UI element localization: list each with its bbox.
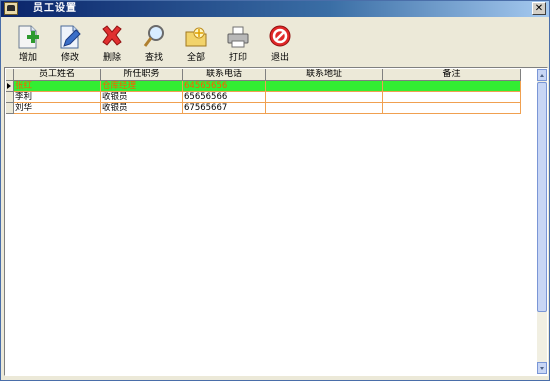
edit-document-icon [60,25,81,49]
cell-name[interactable]: 李利 [14,92,101,103]
employee-settings-window: 员工设置 ✕ 增加 修改 删除 查找 全部 打印 退出 员工姓名 所任职务 联系… [0,0,550,381]
cell-name[interactable]: 张红 [14,81,101,92]
scroll-up-button[interactable] [537,69,547,81]
column-header-address[interactable]: 联系地址 [266,69,383,81]
search-button[interactable]: 查找 [134,20,174,66]
window-title: 员工设置 [33,3,77,14]
employee-grid[interactable]: 员工姓名 所任职务 联系电话 联系地址 备注 张红 仓库经理 64565656 … [4,67,548,376]
title-bar[interactable]: 员工设置 ✕ [1,1,549,17]
column-header-note[interactable]: 备注 [383,69,521,81]
magnifier-icon [143,25,164,47]
cell-role[interactable]: 收银员 [101,92,183,103]
folder-all-icon [185,27,207,47]
delete-button[interactable]: 删除 [92,20,132,66]
cell-address[interactable] [266,92,383,103]
cell-address[interactable] [266,81,383,92]
search-label: 查找 [144,53,163,63]
printer-icon [227,26,249,48]
exit-stop-icon [269,25,291,47]
show-all-label: 全部 [186,53,205,63]
add-button[interactable]: 增加 [8,20,48,66]
add-document-icon [18,25,39,49]
add-label: 增加 [18,53,37,63]
exit-button[interactable]: 退出 [260,20,300,66]
cell-name[interactable]: 刘华 [14,103,101,114]
show-all-button[interactable]: 全部 [176,20,216,66]
scroll-down-button[interactable] [537,362,547,374]
toolbar: 增加 修改 删除 查找 全部 打印 退出 [4,20,546,66]
table-row[interactable]: 张红 仓库经理 64565656 [6,81,521,92]
cell-role[interactable]: 收银员 [101,103,183,114]
row-selector[interactable] [6,92,14,103]
table-row[interactable]: 李利 收银员 65656566 [6,92,521,103]
column-header-role[interactable]: 所任职务 [101,69,183,81]
exit-label: 退出 [270,53,289,63]
column-header-phone[interactable]: 联系电话 [183,69,266,81]
column-header-name[interactable]: 员工姓名 [14,69,101,81]
edit-button[interactable]: 修改 [50,20,90,66]
cell-role[interactable]: 仓库经理 [101,81,183,92]
current-row-arrow-icon [7,83,11,89]
delete-label: 删除 [102,53,121,63]
cell-phone[interactable]: 65656566 [183,92,266,103]
cell-note[interactable] [383,92,521,103]
row-selector[interactable] [6,103,14,114]
grid-corner [6,69,14,81]
print-label: 打印 [228,53,247,63]
scroll-up-icon [540,74,544,77]
scroll-thumb[interactable] [537,82,547,312]
cell-note[interactable] [383,81,521,92]
cell-address[interactable] [266,103,383,114]
scroll-down-icon [540,367,544,370]
table-row[interactable]: 刘华 收银员 67565667 [6,103,521,114]
cell-phone[interactable]: 64565656 [183,81,266,92]
close-button[interactable]: ✕ [532,2,546,15]
app-icon [4,2,18,15]
delete-x-icon [102,25,122,46]
cell-phone[interactable]: 67565667 [183,103,266,114]
vertical-scrollbar[interactable] [537,69,547,374]
edit-label: 修改 [60,53,79,63]
cell-note[interactable] [383,103,521,114]
print-button[interactable]: 打印 [218,20,258,66]
row-selector[interactable] [6,81,14,92]
